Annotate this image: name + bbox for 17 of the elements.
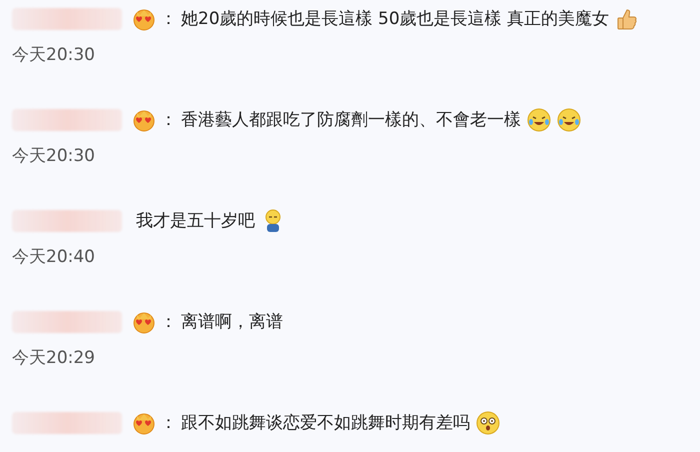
colon-separator: ： bbox=[160, 412, 177, 435]
comment-text: 香港藝人都跟吃了防腐劑一樣的、不會老一樣 bbox=[181, 109, 521, 132]
comment-time: 今天20:30 bbox=[12, 44, 96, 67]
colon-separator: ： bbox=[160, 8, 177, 31]
comment-text: 跟不如跳舞谈恋爱不如跳舞时期有差吗 bbox=[181, 412, 470, 435]
comment-text: 我才是五十岁吧 bbox=[136, 210, 255, 233]
colon-separator: ： bbox=[160, 109, 177, 132]
dizzy-face-icon bbox=[476, 411, 500, 435]
comment-text: 离谱啊，离谱 bbox=[181, 311, 283, 334]
colon-separator: ： bbox=[160, 311, 177, 334]
laughing-face-icon bbox=[527, 108, 551, 132]
comment-time: 今天20:30 bbox=[12, 145, 96, 168]
comment-text: 她20歲的時候也是長這樣 50歲也是長這樣 真正的美魔女 bbox=[181, 8, 610, 31]
thumbs-up-icon bbox=[615, 7, 640, 31]
laughing-face-icon bbox=[557, 108, 581, 132]
comment-time: 今天20:29 bbox=[12, 347, 96, 370]
comment-time: 今天20:40 bbox=[12, 246, 96, 269]
